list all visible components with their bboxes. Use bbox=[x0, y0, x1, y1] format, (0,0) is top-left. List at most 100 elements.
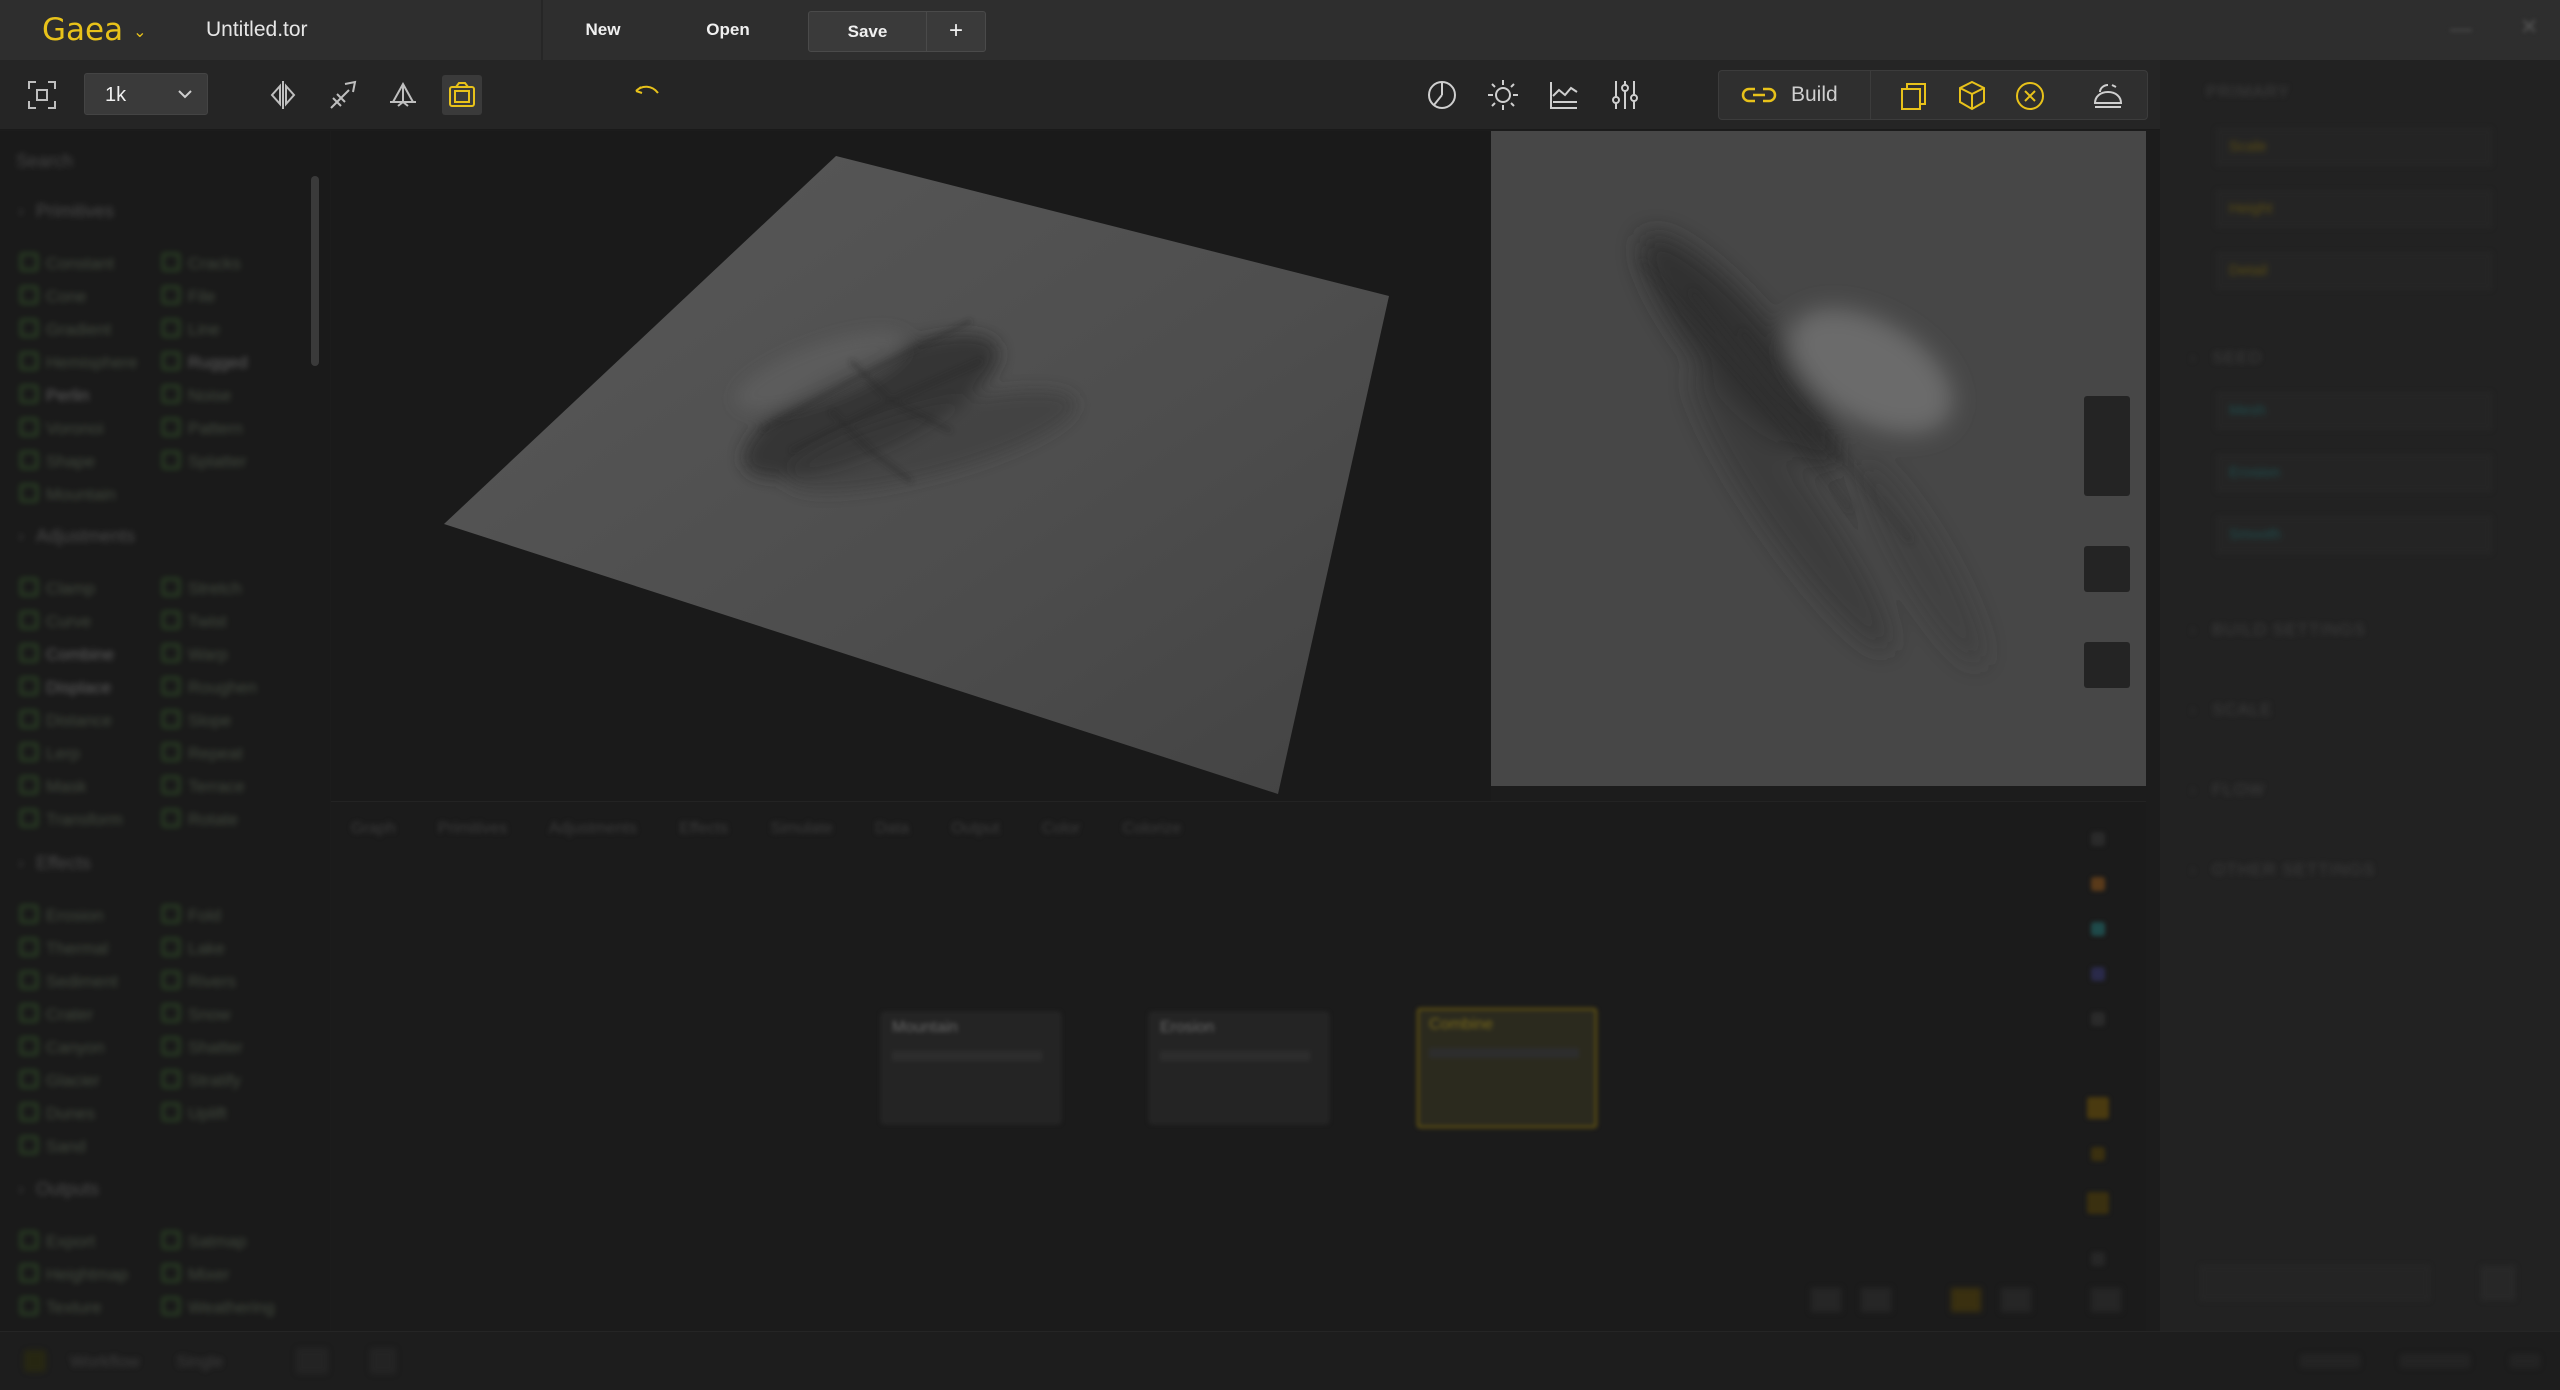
list-item[interactable]: Perlin bbox=[20, 385, 89, 406]
list-item[interactable]: Distance bbox=[20, 710, 112, 731]
category-adjustments[interactable]: › Adjustments bbox=[18, 526, 135, 547]
library-search-input[interactable]: Search bbox=[16, 151, 73, 172]
list-item[interactable]: Shape bbox=[20, 451, 95, 472]
add-button[interactable]: + bbox=[927, 12, 985, 51]
list-item[interactable]: Repeat bbox=[162, 743, 243, 764]
node-erosion[interactable]: Erosion bbox=[1149, 1012, 1329, 1124]
node-combine-selected[interactable]: Combine bbox=[1417, 1008, 1597, 1128]
list-item[interactable]: Thermal bbox=[20, 938, 108, 959]
node-mountain[interactable]: Mountain bbox=[881, 1012, 1061, 1124]
undo-icon[interactable] bbox=[627, 75, 667, 115]
category-effects[interactable]: › Effects bbox=[18, 853, 91, 874]
graph-tool[interactable] bbox=[1951, 1288, 1981, 1312]
list-item[interactable]: Line bbox=[162, 319, 220, 340]
section-seed[interactable]: › SEED bbox=[2190, 348, 2262, 368]
list-item[interactable]: Displace bbox=[20, 677, 111, 698]
export-icon[interactable] bbox=[2091, 79, 2125, 113]
list-item[interactable]: Texture bbox=[20, 1297, 102, 1318]
list-item[interactable]: Clamp bbox=[20, 578, 95, 599]
status-mode[interactable]: Single bbox=[176, 1352, 223, 1372]
minimize-icon[interactable]: — bbox=[2450, 16, 2472, 42]
list-item[interactable]: Twist bbox=[162, 611, 227, 632]
props-footer-field[interactable] bbox=[2200, 1265, 2430, 1301]
list-item[interactable]: Weathering bbox=[162, 1297, 275, 1318]
list-item[interactable]: Heightmap bbox=[20, 1264, 128, 1285]
property-field[interactable]: Mesh bbox=[2216, 392, 2492, 430]
new-button[interactable]: New bbox=[570, 0, 636, 60]
list-item[interactable]: Shatter bbox=[162, 1037, 243, 1058]
list-item[interactable]: Cracks bbox=[162, 253, 241, 274]
library-scrollbar[interactable] bbox=[311, 176, 319, 366]
sliders-icon[interactable] bbox=[1605, 75, 1645, 115]
category-primitives[interactable]: › Primitives bbox=[18, 201, 114, 222]
list-item[interactable]: Fold bbox=[162, 905, 221, 926]
save-button[interactable]: Save bbox=[809, 12, 927, 51]
status-button[interactable] bbox=[370, 1348, 396, 1374]
file-name[interactable]: Untitled.tor bbox=[206, 0, 308, 60]
graph-tool[interactable] bbox=[2001, 1288, 2031, 1312]
heightmap-2d-preview[interactable] bbox=[1491, 131, 2146, 786]
list-item[interactable]: Snow bbox=[162, 1004, 231, 1025]
category-outputs[interactable]: › Outputs bbox=[18, 1179, 99, 1200]
perspective-icon[interactable] bbox=[324, 75, 364, 115]
property-field[interactable]: Height bbox=[2216, 190, 2492, 228]
section-primary[interactable]: PRIMARY bbox=[2206, 82, 2290, 102]
list-item[interactable]: Transform bbox=[20, 809, 123, 830]
open-button[interactable]: Open bbox=[690, 0, 766, 60]
graph-tool[interactable] bbox=[2091, 1147, 2105, 1161]
cancel-icon[interactable] bbox=[2013, 79, 2047, 113]
list-item[interactable]: Lake bbox=[162, 938, 225, 959]
list-item[interactable]: Rugged bbox=[162, 352, 248, 373]
list-item[interactable]: Mask bbox=[20, 776, 87, 797]
graph-tool[interactable] bbox=[1811, 1288, 1841, 1312]
list-item[interactable]: Constant bbox=[20, 253, 114, 274]
terrain-3d-viewport[interactable] bbox=[331, 131, 1491, 801]
list-item[interactable]: Pattern bbox=[162, 418, 243, 439]
list-item[interactable]: Dunes bbox=[20, 1103, 95, 1124]
property-field[interactable]: Smooth bbox=[2216, 516, 2492, 554]
graph-tool[interactable] bbox=[2091, 832, 2105, 846]
list-item[interactable]: Hemisphere bbox=[20, 352, 138, 373]
graph-tool[interactable] bbox=[2091, 1252, 2105, 1266]
property-field[interactable]: Erosion bbox=[2216, 454, 2492, 492]
graph-tool[interactable] bbox=[2091, 922, 2105, 936]
section-flow[interactable]: › FLOW bbox=[2190, 780, 2265, 800]
list-item[interactable]: Rotate bbox=[162, 809, 238, 830]
close-icon[interactable]: ✕ bbox=[2520, 14, 2538, 40]
graph-tool[interactable] bbox=[2091, 1012, 2105, 1026]
view-mode-button[interactable] bbox=[2084, 546, 2130, 592]
cube-icon[interactable] bbox=[1955, 79, 1989, 113]
property-field[interactable]: Detail bbox=[2216, 252, 2492, 290]
list-item[interactable]: Slope bbox=[162, 710, 231, 731]
list-item[interactable]: Gradient bbox=[20, 319, 111, 340]
list-item[interactable]: Lerp bbox=[20, 743, 80, 764]
list-item[interactable]: Cone bbox=[20, 286, 87, 307]
list-item[interactable]: Sand bbox=[20, 1136, 86, 1157]
list-item[interactable]: Noise bbox=[162, 385, 231, 406]
list-item[interactable]: Splatter bbox=[162, 451, 247, 472]
status-workflow[interactable]: Workflow bbox=[70, 1352, 140, 1372]
list-item[interactable]: Glacier bbox=[20, 1070, 100, 1091]
props-footer-button[interactable] bbox=[2480, 1265, 2516, 1301]
list-item[interactable]: Mountain bbox=[20, 484, 116, 505]
section-scale[interactable]: › SCALE bbox=[2190, 700, 2273, 720]
camera-icon[interactable] bbox=[442, 75, 482, 115]
sun-icon[interactable] bbox=[1483, 75, 1523, 115]
fit-view-button[interactable] bbox=[2084, 642, 2130, 688]
graph-tool[interactable] bbox=[1861, 1288, 1891, 1312]
layers-icon[interactable] bbox=[1897, 79, 1931, 113]
list-item[interactable]: Warp bbox=[162, 644, 228, 665]
list-item[interactable]: Stretch bbox=[162, 578, 242, 599]
list-item[interactable]: Rivers bbox=[162, 971, 236, 992]
list-item[interactable]: Combine bbox=[20, 644, 114, 665]
exposure-icon[interactable] bbox=[1422, 75, 1462, 115]
graph-tool[interactable] bbox=[2087, 1192, 2109, 1214]
frame-icon[interactable] bbox=[22, 75, 62, 115]
graph-tool[interactable] bbox=[2091, 877, 2105, 891]
orbit-icon[interactable] bbox=[383, 75, 423, 115]
list-item[interactable]: Export bbox=[20, 1231, 95, 1252]
section-other-settings[interactable]: › OTHER SETTINGS bbox=[2190, 860, 2375, 880]
graph-tool[interactable] bbox=[2091, 967, 2105, 981]
resolution-select[interactable]: 1k bbox=[84, 73, 208, 115]
terrain-icon[interactable] bbox=[1544, 75, 1584, 115]
